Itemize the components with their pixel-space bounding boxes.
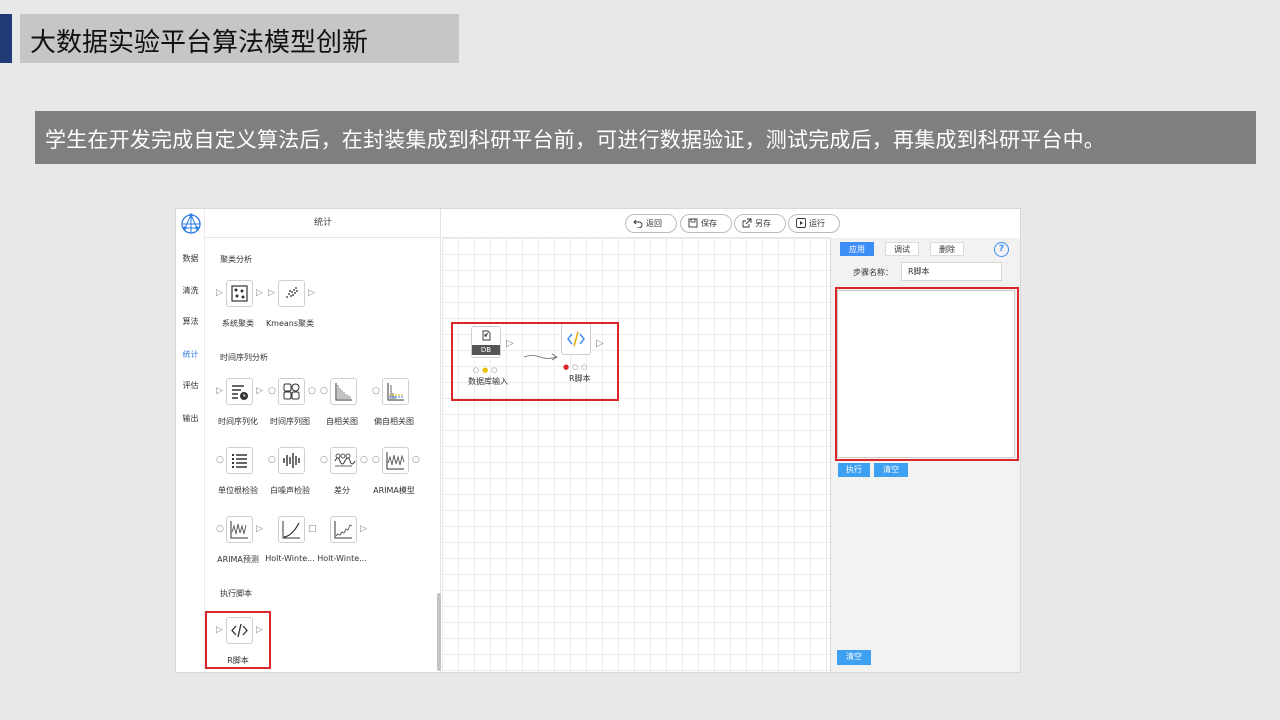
time-grid-icon xyxy=(278,378,305,405)
output-port-icon: ○ xyxy=(412,455,420,465)
wave-icon xyxy=(330,447,357,474)
input-port-icon: ▷ xyxy=(216,386,223,396)
component-hierarchical-clustering[interactable]: ▷ ▷ 系统聚类 xyxy=(210,280,266,340)
input-port-icon: ○ xyxy=(268,386,276,396)
nav-item-data[interactable]: 数据 xyxy=(176,253,205,264)
component-kmeans[interactable]: ▷ ▷ Kmeans聚类 xyxy=(262,280,318,340)
platform-window: 数据 清洗 算法 统计 评估 输出 统计 聚类分析 ▷ ▷ 系统聚类 ▷ ▷ K… xyxy=(175,208,1021,673)
component-palette: 统计 聚类分析 ▷ ▷ 系统聚类 ▷ ▷ Kmeans聚类 时间序列分析 ▷ ▷… xyxy=(205,209,441,672)
nav-item-statistics[interactable]: 统计 xyxy=(176,349,205,360)
component-time-series-plot[interactable]: ○ ○ 时间序列图 xyxy=(262,378,318,438)
play-icon xyxy=(796,218,806,228)
input-port-icon: ○ xyxy=(320,386,328,396)
highlight-frame-palette xyxy=(205,611,271,669)
nav-item-output[interactable]: 输出 xyxy=(176,413,205,424)
output-port-icon: ▷ xyxy=(308,288,315,298)
export-icon xyxy=(742,218,752,228)
properties-panel: 应用 调试 删除 ? 步骤名称： R脚本 执行 清空 清空 xyxy=(830,238,1020,672)
section-time-series: 时间序列分析 xyxy=(220,353,268,362)
save-button[interactable]: 保存 xyxy=(680,214,732,233)
tab-delete[interactable]: 删除 xyxy=(930,242,964,256)
canvas-toolbar: 返回 保存 另存 运行 xyxy=(442,209,840,238)
component-label: ARIMA模型 xyxy=(373,486,415,495)
input-port-icon: ○ xyxy=(216,524,224,534)
holt-series-icon xyxy=(330,516,357,543)
component-arima-forecast[interactable]: ○ ▷ ARIMA预测 xyxy=(210,516,266,576)
component-label: Holt-Winte... xyxy=(317,554,367,563)
save-label: 保存 xyxy=(701,219,717,228)
component-time-serialize[interactable]: ▷ ▷ 时间序列化 xyxy=(210,378,266,438)
palette-header: 统计 xyxy=(205,209,441,238)
component-holt-winters-1[interactable]: □ Holt-Winte... xyxy=(262,516,318,576)
nav-item-clean[interactable]: 清洗 xyxy=(176,285,205,296)
time-list-icon xyxy=(226,378,253,405)
help-icon[interactable]: ? xyxy=(994,242,1009,257)
component-difference[interactable]: ○ ○ 差分 xyxy=(314,447,370,507)
tab-debug[interactable]: 调试 xyxy=(885,242,919,256)
dots-cluster-icon xyxy=(226,280,253,307)
back-label: 返回 xyxy=(646,219,662,228)
input-port-icon: ○ xyxy=(372,386,380,396)
tab-apply[interactable]: 应用 xyxy=(840,242,874,256)
acf-chart-icon xyxy=(330,378,357,405)
undo-icon xyxy=(633,219,643,228)
component-white-noise-test[interactable]: ○ 白噪声检验 xyxy=(262,447,318,507)
clear-bottom-button[interactable]: 清空 xyxy=(837,650,871,665)
platform-logo-icon xyxy=(181,213,201,234)
list-icon xyxy=(226,447,253,474)
holt-curve-icon xyxy=(278,516,305,543)
save-as-label: 另存 xyxy=(755,219,771,228)
save-as-button[interactable]: 另存 xyxy=(734,214,786,233)
input-port-icon: ○ xyxy=(320,455,328,465)
component-label: 偏自相关图 xyxy=(374,417,414,426)
pacf-chart-icon xyxy=(382,378,409,405)
input-port-icon: ▷ xyxy=(216,288,223,298)
highlight-frame-editor xyxy=(835,287,1019,461)
nav-item-evaluate[interactable]: 评估 xyxy=(176,380,205,391)
run-label: 运行 xyxy=(809,219,825,228)
palette-scrollbar[interactable] xyxy=(437,593,441,671)
workflow-canvas[interactable]: DB ▷ ○●○ 数据库输入 ▷ ●○○ R脚本 xyxy=(442,238,830,672)
execute-button[interactable]: 执行 xyxy=(838,463,870,477)
step-name-field[interactable]: R脚本 xyxy=(901,262,1002,281)
section-clustering: 聚类分析 xyxy=(220,255,252,264)
clear-button[interactable]: 清空 xyxy=(874,463,908,477)
subtitle-box: 学生在开发完成自定义算法后，在封装集成到科研平台前，可进行数据验证，测试完成后，… xyxy=(35,111,1256,164)
nav-item-algorithm[interactable]: 算法 xyxy=(176,316,205,327)
left-nav: 数据 清洗 算法 统计 评估 输出 xyxy=(176,209,205,672)
back-button[interactable]: 返回 xyxy=(625,214,677,233)
component-holt-winters-2[interactable]: ▷ Holt-Winte... xyxy=(314,516,370,576)
title-accent-bar xyxy=(0,14,12,63)
save-icon xyxy=(688,218,698,228)
noise-icon xyxy=(278,447,305,474)
input-port-icon: ▷ xyxy=(268,288,275,298)
component-pacf[interactable]: ○ 偏自相关图 xyxy=(366,378,422,438)
slide-subtitle: 学生在开发完成自定义算法后，在封装集成到科研平台前，可进行数据验证，测试完成后，… xyxy=(45,128,1105,152)
input-port-icon: ○ xyxy=(268,455,276,465)
output-port-icon: ▷ xyxy=(360,524,367,534)
component-arima-model[interactable]: ○ ○ ARIMA模型 xyxy=(366,447,422,507)
step-name-label: 步骤名称： xyxy=(853,268,893,277)
section-scripts: 执行脚本 xyxy=(220,589,252,598)
arima-icon xyxy=(382,447,409,474)
scatter-cluster-icon xyxy=(278,280,305,307)
component-label: Kmeans聚类 xyxy=(265,319,315,328)
run-button[interactable]: 运行 xyxy=(788,214,840,233)
arima-forecast-icon xyxy=(226,516,253,543)
highlight-frame-canvas xyxy=(451,322,619,401)
title-box: 大数据实验平台算法模型创新 xyxy=(20,14,459,63)
input-port-icon: ○ xyxy=(216,455,224,465)
slide-title: 大数据实验平台算法模型创新 xyxy=(30,28,369,58)
component-acf[interactable]: ○ 自相关图 xyxy=(314,378,370,438)
input-port-icon: ○ xyxy=(372,455,380,465)
component-unit-root-test[interactable]: ○ 单位根检验 xyxy=(210,447,266,507)
